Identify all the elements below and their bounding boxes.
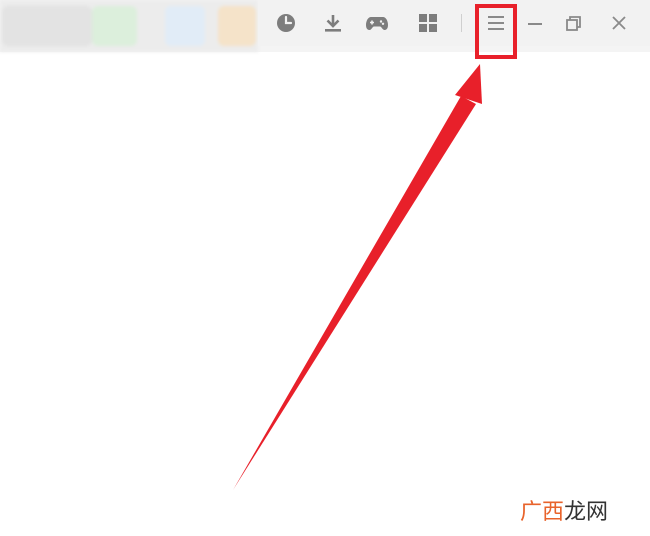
download-icon[interactable]: [318, 8, 348, 38]
blurred-tab: [165, 6, 205, 46]
toolbar-separator: [461, 14, 462, 32]
apps-grid-icon[interactable]: [413, 8, 443, 38]
gamepad-icon[interactable]: [362, 8, 392, 38]
watermark-part1: 广西: [520, 500, 565, 525]
arrow-head: [455, 64, 482, 104]
blurred-tab-strip: [0, 0, 258, 52]
annotation-arrow: [233, 64, 482, 490]
close-icon[interactable]: [604, 8, 634, 38]
watermark: 广西龙网: [520, 494, 608, 526]
blurred-tab: [92, 6, 137, 46]
blurred-tab: [218, 6, 256, 46]
restore-icon[interactable]: [558, 8, 588, 38]
history-clock-icon[interactable]: [271, 8, 301, 38]
window-controls: [258, 0, 650, 46]
watermark-part2: 龙网: [564, 500, 609, 525]
screenshot-page: 广西龙网: [0, 0, 650, 536]
title-bar: [0, 0, 650, 52]
arrow-shaft: [233, 96, 476, 490]
highlight-box: [475, 4, 517, 59]
minimize-icon[interactable]: [520, 8, 550, 38]
blurred-tab: [2, 6, 92, 46]
